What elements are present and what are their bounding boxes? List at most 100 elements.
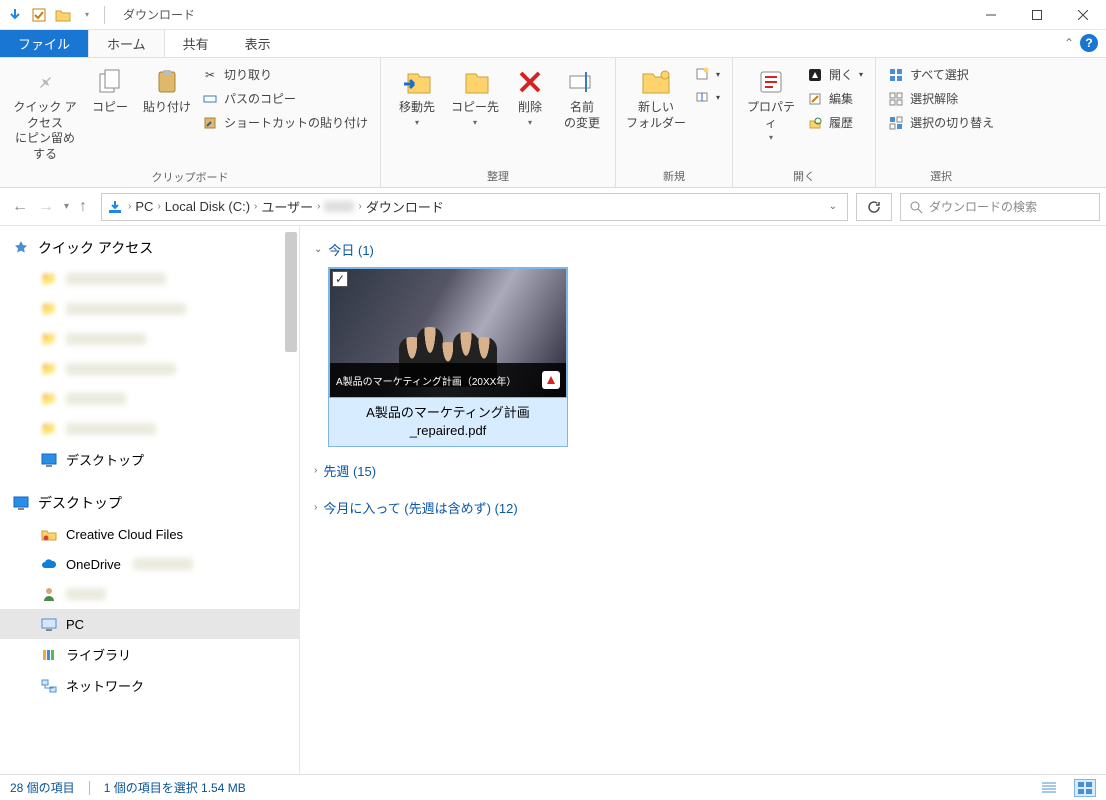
select-none-button[interactable]: 選択解除	[884, 88, 998, 109]
nav-blur-1[interactable]: 📁	[0, 264, 299, 294]
refresh-button[interactable]	[856, 193, 892, 221]
qat-separator	[104, 6, 105, 24]
new-folder-icon	[640, 66, 672, 98]
path-icon	[202, 91, 218, 107]
downloads-folder-icon	[106, 198, 124, 216]
group-label-open: 開く	[741, 165, 867, 187]
crumb-folder[interactable]: ダウンロード	[366, 197, 444, 216]
nav-pane: クイック アクセス 📁 📁 📁 📁 📁 📁 デスクトップ デスクトップ Crea…	[0, 226, 300, 774]
paste-button[interactable]: 貼り付け	[138, 62, 196, 120]
chevron-right-icon: ›	[314, 502, 317, 513]
rename-button[interactable]: 名前 の変更	[557, 62, 607, 135]
paste-label: 貼り付け	[143, 100, 191, 116]
copy-button[interactable]: コピー	[84, 62, 136, 120]
folder-icon: 📁	[40, 330, 58, 348]
window-title: ダウンロード	[113, 6, 195, 23]
group-header-today[interactable]: ⌄ 今日 (1)	[314, 236, 1092, 263]
nav-ccf[interactable]: Creative Cloud Files	[0, 519, 299, 549]
crumb-users[interactable]: ユーザー	[261, 197, 313, 216]
nav-pc[interactable]: PC	[0, 609, 299, 639]
forward-button[interactable]: →	[38, 198, 54, 216]
edit-button[interactable]: 編集	[803, 88, 867, 109]
nav-blur-6[interactable]: 📁	[0, 414, 299, 444]
pin-quick-access-button[interactable]: クイック アクセス にピン留めする	[8, 62, 82, 166]
qat: ▾	[0, 6, 113, 24]
group-month: › 今月に入って (先週は含めず) (12)	[314, 494, 1092, 521]
file-thumbnail[interactable]: ✓ A製品のマーケティング計画（20XX年） A製品のマーケティング計画_rep…	[328, 267, 568, 447]
folder-icon[interactable]	[54, 6, 72, 24]
group-header-lastweek[interactable]: › 先週 (15)	[314, 457, 1092, 484]
close-button[interactable]	[1060, 0, 1106, 30]
address-dropdown-icon[interactable]: ⌄	[823, 201, 843, 212]
easy-access-button[interactable]: ▾	[690, 87, 724, 107]
details-view-button[interactable]	[1038, 779, 1060, 797]
thumbnail-view-button[interactable]	[1074, 779, 1096, 797]
pc-icon	[40, 615, 58, 633]
up-button[interactable]: ↑	[79, 198, 87, 216]
group-lastweek: › 先週 (15)	[314, 457, 1092, 484]
checkbox-icon[interactable]	[30, 6, 48, 24]
invert-selection-button[interactable]: 選択の切り替え	[884, 112, 998, 133]
delete-icon	[514, 66, 546, 98]
pin-label: クイック アクセス にピン留めする	[10, 100, 80, 162]
history-button[interactable]: 履歴	[803, 112, 867, 133]
easy-access-icon	[694, 89, 710, 105]
delete-button[interactable]: 削除▾	[505, 62, 555, 132]
ribbon-group-organize: 移動先▾ コピー先▾ 削除▾ 名前 の変更 整理	[381, 58, 616, 187]
group-header-month[interactable]: › 今月に入って (先週は含めず) (12)	[314, 494, 1092, 521]
crumb-user[interactable]	[324, 201, 354, 212]
back-button[interactable]: ←	[12, 198, 28, 216]
nav-blur-2[interactable]: 📁	[0, 294, 299, 324]
invert-icon	[888, 115, 904, 131]
help-icon[interactable]: ?	[1080, 34, 1098, 52]
nav-blur-5[interactable]: 📁	[0, 384, 299, 414]
crumb-pc[interactable]: PC	[135, 199, 153, 214]
nav-network[interactable]: ネットワーク	[0, 670, 299, 701]
cut-button[interactable]: ✂切り取り	[198, 64, 372, 85]
tab-home[interactable]: ホーム	[88, 30, 165, 57]
copy-to-button[interactable]: コピー先▾	[447, 62, 503, 132]
group-label-new: 新規	[624, 165, 724, 187]
edit-icon	[807, 91, 823, 107]
down-arrow-icon[interactable]	[6, 6, 24, 24]
moveto-icon	[401, 66, 433, 98]
properties-button[interactable]: プロパティ▾	[741, 62, 801, 148]
ribbon-collapse-chevron-icon[interactable]: ⌃	[1064, 36, 1074, 50]
ribbon-group-open: プロパティ▾ 開く▾ 編集 履歴 開く	[733, 58, 876, 187]
open-button[interactable]: 開く▾	[803, 64, 867, 85]
nav-library[interactable]: ライブラリ	[0, 639, 299, 670]
paste-icon	[151, 66, 183, 98]
tab-view[interactable]: 表示	[227, 30, 289, 57]
shortcut-icon	[202, 115, 218, 131]
nav-scrollbar-thumb[interactable]	[285, 232, 297, 352]
address-bar[interactable]: › PC › Local Disk (C:) › ユーザー › › ダウンロード…	[101, 193, 848, 221]
main-split: クイック アクセス 📁 📁 📁 📁 📁 📁 デスクトップ デスクトップ Crea…	[0, 226, 1106, 774]
minimize-button[interactable]	[968, 0, 1014, 30]
select-all-button[interactable]: すべて選択	[884, 64, 998, 85]
search-box[interactable]: ダウンロードの検索	[900, 193, 1100, 221]
ribbon: クイック アクセス にピン留めする コピー 貼り付け ✂切り取り パスのコピー …	[0, 58, 1106, 188]
copy-path-button[interactable]: パスのコピー	[198, 88, 372, 109]
nav-blur-3[interactable]: 📁	[0, 324, 299, 354]
nav-onedrive[interactable]: OneDrive	[0, 549, 299, 579]
dropdown-chevron-icon[interactable]: ▾	[78, 6, 96, 24]
nav-desktop-qa[interactable]: デスクトップ	[0, 444, 299, 475]
ribbon-group-new: 新しい フォルダー ▾ ▾ 新規	[616, 58, 733, 187]
recent-dropdown[interactable]: ▾	[64, 201, 69, 212]
maximize-button[interactable]	[1014, 0, 1060, 30]
new-item-button[interactable]: ▾	[690, 64, 724, 84]
nav-desktop-root[interactable]: デスクトップ	[0, 487, 299, 519]
tab-share[interactable]: 共有	[165, 30, 227, 57]
crumb-drive[interactable]: Local Disk (C:)	[165, 199, 250, 214]
tab-file[interactable]: ファイル	[0, 30, 88, 57]
nav-blur-4[interactable]: 📁	[0, 354, 299, 384]
properties-icon	[755, 66, 787, 98]
nav-quick-access[interactable]: クイック アクセス	[0, 232, 299, 264]
group-label-organize: 整理	[389, 165, 607, 187]
paste-shortcut-button[interactable]: ショートカットの貼り付け	[198, 112, 372, 133]
new-folder-button[interactable]: 新しい フォルダー	[624, 62, 688, 135]
nav-user-blur[interactable]	[0, 579, 299, 609]
move-to-button[interactable]: 移動先▾	[389, 62, 445, 132]
copyto-icon	[459, 66, 491, 98]
content-pane: ⌄ 今日 (1) ✓ A製品のマーケティング計画（20XX年） A製品のマーケテ…	[300, 226, 1106, 774]
